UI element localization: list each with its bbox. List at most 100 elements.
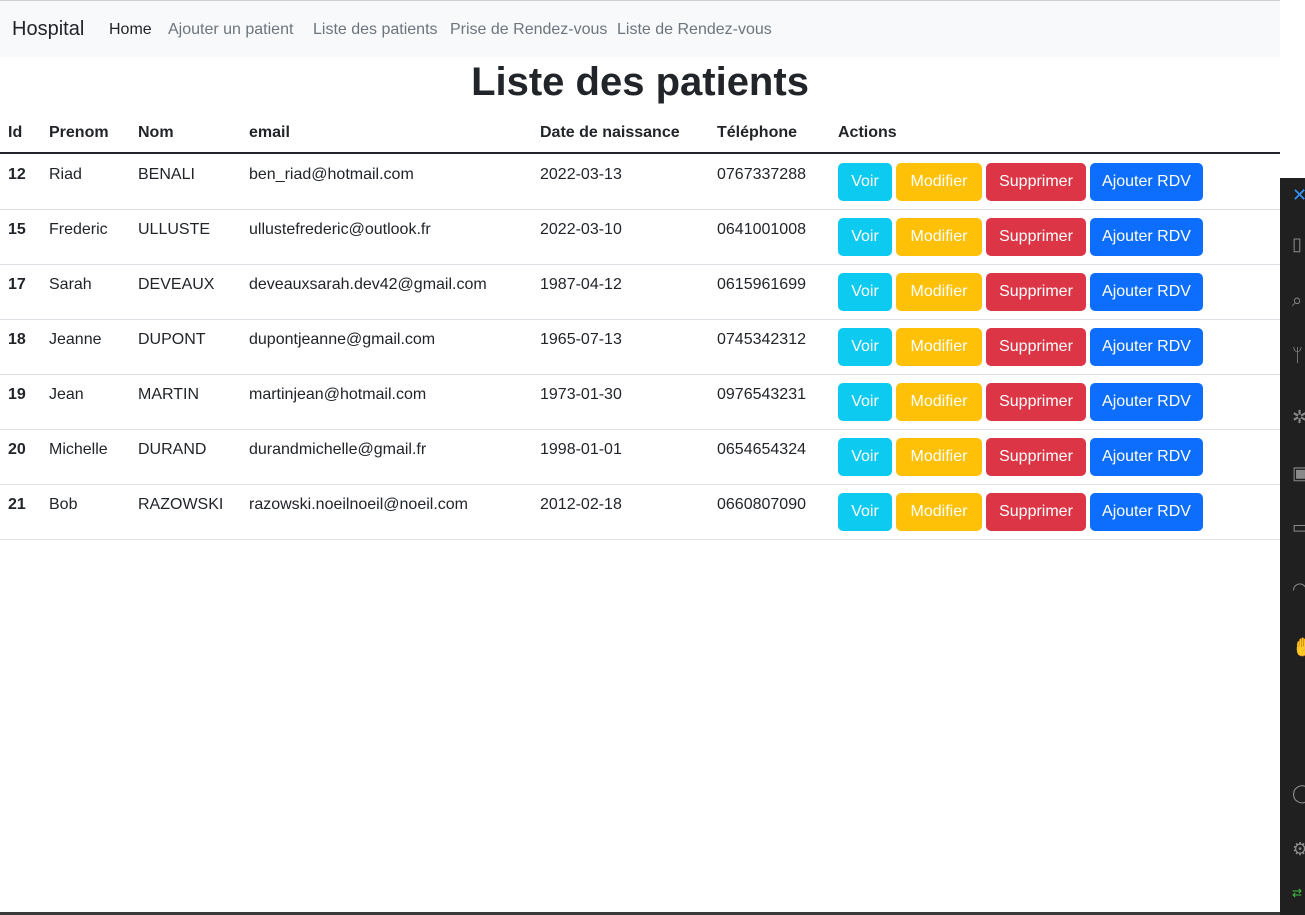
- cell-nom: MARTIN: [138, 386, 200, 403]
- cell-phone: 0767337288: [717, 166, 806, 183]
- cell-email: ben_riad@hotmail.com: [249, 166, 414, 183]
- cell-id: 19: [8, 386, 26, 403]
- edit-button[interactable]: Modifier: [896, 328, 982, 366]
- extensions-icon[interactable]: ▣: [1292, 464, 1305, 482]
- delete-button[interactable]: Supprimer: [986, 383, 1086, 421]
- view-button[interactable]: Voir: [838, 493, 892, 531]
- cell-prenom: Jean: [49, 386, 84, 403]
- add-appointment-button[interactable]: Ajouter RDV: [1090, 273, 1203, 311]
- nav-link-book-appointment[interactable]: Prise de Rendez-vous: [450, 21, 607, 39]
- cell-phone: 0745342312: [717, 331, 806, 348]
- cell-nom: DUPONT: [138, 331, 206, 348]
- cell-nom: DURAND: [138, 441, 207, 458]
- delete-button[interactable]: Supprimer: [986, 163, 1086, 201]
- cell-birth-date: 1998-01-01: [540, 441, 622, 458]
- nav-link-add-patient[interactable]: Ajouter un patient: [168, 21, 293, 39]
- cell-prenom: Sarah: [49, 276, 92, 293]
- cell-id: 20: [8, 441, 26, 458]
- add-appointment-button[interactable]: Ajouter RDV: [1090, 218, 1203, 256]
- cell-prenom: Riad: [49, 166, 82, 183]
- remote-status-icon[interactable]: ⇄: [1292, 886, 1305, 900]
- cell-prenom: Bob: [49, 496, 78, 513]
- cell-id: 15: [8, 221, 26, 238]
- view-button[interactable]: Voir: [838, 328, 892, 366]
- navbar: Hospital Home Ajouter un patient Liste d…: [0, 0, 1280, 57]
- cell-birth-date: 2012-02-18: [540, 496, 622, 513]
- cell-nom: ULLUSTE: [138, 221, 211, 238]
- edit-button[interactable]: Modifier: [896, 273, 982, 311]
- remote-icon[interactable]: ▭: [1292, 518, 1305, 536]
- cell-id: 21: [8, 496, 26, 513]
- files-icon[interactable]: ▯: [1292, 235, 1305, 253]
- cell-phone: 0654654324: [717, 441, 806, 458]
- view-button[interactable]: Voir: [838, 273, 892, 311]
- delete-button[interactable]: Supprimer: [986, 218, 1086, 256]
- add-appointment-button[interactable]: Ajouter RDV: [1090, 438, 1203, 476]
- row-divider: [0, 374, 1280, 375]
- nav-link-patient-list[interactable]: Liste des patients: [313, 21, 438, 39]
- cell-nom: RAZOWSKI: [138, 496, 224, 513]
- column-header-birth-date: Date de naissance: [540, 124, 680, 141]
- edit-button[interactable]: Modifier: [896, 383, 982, 421]
- view-button[interactable]: Voir: [838, 383, 892, 421]
- page-title: Liste des patients: [471, 60, 809, 104]
- account-icon[interactable]: ◯: [1292, 784, 1305, 802]
- delete-button[interactable]: Supprimer: [986, 493, 1086, 531]
- column-header-nom: Nom: [138, 124, 174, 141]
- debug-icon[interactable]: ✲: [1292, 408, 1305, 426]
- nav-link-appointment-list[interactable]: Liste de Rendez-vous: [617, 21, 772, 39]
- edit-button[interactable]: Modifier: [896, 218, 982, 256]
- delete-button[interactable]: Supprimer: [986, 273, 1086, 311]
- cell-prenom: Jeanne: [49, 331, 102, 348]
- nav-link-home[interactable]: Home: [109, 21, 152, 39]
- row-divider: [0, 484, 1280, 485]
- add-appointment-button[interactable]: Ajouter RDV: [1090, 383, 1203, 421]
- cell-nom: BENALI: [138, 166, 195, 183]
- edit-button[interactable]: Modifier: [896, 163, 982, 201]
- hand-icon[interactable]: ✋: [1292, 638, 1305, 656]
- cell-nom: DEVEAUX: [138, 276, 215, 293]
- cell-prenom: Michelle: [49, 441, 108, 458]
- side-panel-top: [1280, 0, 1305, 178]
- cell-birth-date: 1973-01-30: [540, 386, 622, 403]
- add-appointment-button[interactable]: Ajouter RDV: [1090, 328, 1203, 366]
- brand-link[interactable]: Hospital: [12, 18, 84, 41]
- add-appointment-button[interactable]: Ajouter RDV: [1090, 493, 1203, 531]
- editor-side-panel: ✕ ▯ ⌕ ᛘ ✲ ▣ ▭ ◠ ✋ ◯ ⚙ ⇄: [1280, 0, 1305, 915]
- view-button[interactable]: Voir: [838, 438, 892, 476]
- row-divider: [0, 264, 1280, 265]
- cell-email: ullustefrederic@outlook.fr: [249, 221, 431, 238]
- cell-email: deveauxsarah.dev42@gmail.com: [249, 276, 487, 293]
- edit-button[interactable]: Modifier: [896, 438, 982, 476]
- cell-birth-date: 1987-04-12: [540, 276, 622, 293]
- cell-email: martinjean@hotmail.com: [249, 386, 427, 403]
- edit-button[interactable]: Modifier: [896, 493, 982, 531]
- view-button[interactable]: Voir: [838, 163, 892, 201]
- cell-phone: 0615961699: [717, 276, 806, 293]
- row-divider: [0, 319, 1280, 320]
- table-header-divider: [0, 152, 1280, 154]
- delete-button[interactable]: Supprimer: [986, 328, 1086, 366]
- row-divider: [0, 539, 1280, 540]
- cell-email: durandmichelle@gmail.fr: [249, 441, 427, 458]
- source-control-icon[interactable]: ᛘ: [1292, 346, 1305, 364]
- column-header-actions: Actions: [838, 124, 897, 141]
- add-appointment-button[interactable]: Ajouter RDV: [1090, 163, 1203, 201]
- settings-icon[interactable]: ⚙: [1292, 840, 1305, 858]
- column-header-phone: Téléphone: [717, 124, 798, 141]
- cell-birth-date: 1965-07-13: [540, 331, 622, 348]
- broadcast-icon[interactable]: ◠: [1292, 580, 1305, 598]
- cell-phone: 0641001008: [717, 221, 806, 238]
- cell-birth-date: 2022-03-13: [540, 166, 622, 183]
- column-header-email: email: [249, 124, 290, 141]
- search-icon[interactable]: ⌕: [1292, 291, 1305, 309]
- cell-prenom: Frederic: [49, 221, 108, 238]
- row-divider: [0, 209, 1280, 210]
- cell-phone: 0976543231: [717, 386, 806, 403]
- cell-id: 12: [8, 166, 26, 183]
- view-button[interactable]: Voir: [838, 218, 892, 256]
- column-header-prenom: Prenom: [49, 124, 109, 141]
- close-icon[interactable]: ✕: [1292, 186, 1305, 204]
- delete-button[interactable]: Supprimer: [986, 438, 1086, 476]
- column-header-id: Id: [8, 124, 23, 141]
